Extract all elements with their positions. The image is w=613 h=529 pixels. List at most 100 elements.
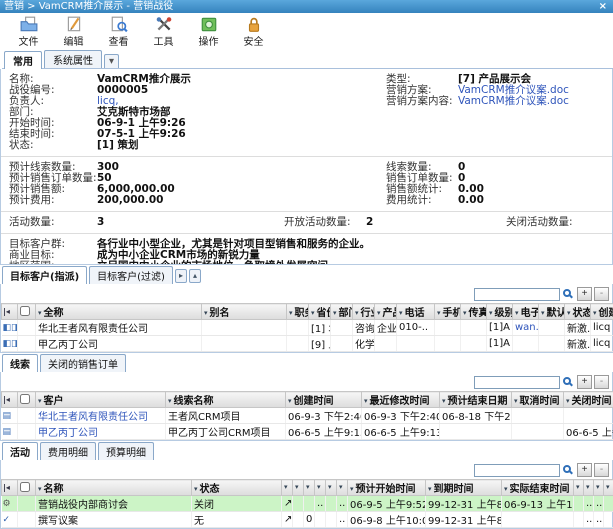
select-all-checkbox[interactable] (20, 482, 30, 492)
sort-icon: ▾ (399, 309, 403, 317)
column-header-客户[interactable]: ▾客户 (36, 392, 166, 408)
scroll-tabs-right-button[interactable]: ▸ (175, 269, 187, 283)
account-record-icon[interactable]: ◧ (3, 340, 12, 349)
search-input[interactable] (474, 376, 560, 389)
column-header-创建[interactable]: ▾创建 (591, 304, 613, 320)
tab-activities[interactable]: 活动 (2, 442, 38, 460)
tab-system-properties[interactable]: 系统属性 (44, 50, 102, 68)
task-activity-icon[interactable]: ✓ (3, 516, 11, 525)
field-label-est-cost: 预计费用: (9, 192, 97, 207)
column-header-预计开始时间[interactable]: ▾预计开始时间 (348, 480, 426, 496)
cell-link[interactable]: 甲乙丙丁公司 (38, 428, 98, 439)
column-header-blank[interactable]: ▾ (293, 480, 304, 496)
activities-panel: + - |◂▾名称▾状态▾▾▾▾▾▾▾预计开始时间▾到期时间▾实际结束时间▾▾▾… (0, 460, 613, 529)
table-row[interactable]: ▤甲乙丙丁公司甲乙丙丁公司CRM项目06-6-5 上午9:1306-6-5 上午… (2, 424, 613, 440)
toolbar-edit-button[interactable]: 编辑 (51, 16, 96, 48)
column-header-blank[interactable]: ▾ (304, 480, 315, 496)
lead-record-icon[interactable]: ▤ (3, 428, 12, 437)
column-header-blank[interactable]: ▾ (594, 480, 604, 496)
lead-record-icon[interactable]: ▤ (3, 412, 12, 421)
column-header-状态[interactable]: ▾状态 (565, 304, 591, 320)
remove-record-button[interactable]: - (594, 287, 609, 301)
column-header-行业[interactable]: ▾行业 (353, 304, 375, 320)
add-record-button[interactable]: + (577, 287, 592, 301)
remove-record-button[interactable]: - (594, 375, 609, 389)
sort-icon: ▾ (317, 483, 321, 491)
column-header-关闭时间[interactable]: ▾关闭时间 (564, 392, 613, 408)
column-header-blank[interactable]: ▾ (604, 480, 613, 496)
account-detail-icon[interactable]: ◨ (11, 324, 17, 333)
search-input[interactable] (474, 288, 560, 301)
toolbar-view-button[interactable]: 查看 (96, 16, 141, 48)
column-header-手机[interactable]: ▾手机 (435, 304, 461, 320)
column-header-blank[interactable]: ▾ (584, 480, 594, 496)
select-all-checkbox[interactable] (20, 306, 30, 316)
select-all-checkbox[interactable] (20, 394, 30, 404)
table-row[interactable]: ✓撰写议案无↗0..06-9-8 上午10:0399-12-31 上午8:00.… (2, 512, 613, 528)
column-header-预计结束日期[interactable]: ▾预计结束日期 (440, 392, 512, 408)
column-header-blank[interactable]: ▾ (315, 480, 326, 496)
column-header-别名[interactable]: ▾别名 (202, 304, 287, 320)
table-row[interactable]: ◧◨甲乙丙丁公司[9] 上..化学[1]A (..新激..licq (2, 336, 613, 352)
tab-budget-details[interactable]: 预算明细 (98, 442, 154, 460)
column-header-blank[interactable]: ▾ (326, 480, 337, 496)
collapse-section-button[interactable]: ▴ (189, 269, 201, 283)
add-record-button[interactable]: + (577, 463, 592, 477)
column-header-传真[interactable]: ▾传真 (461, 304, 487, 320)
tab-target-customers-filtered[interactable]: 目标客户(过滤) (89, 266, 173, 284)
column-header-实际结束时间[interactable]: ▾实际结束时间 (502, 480, 574, 496)
account-detail-icon[interactable]: ◨ (11, 340, 17, 349)
tab-expense-details[interactable]: 费用明细 (40, 442, 96, 460)
column-header-取消时间[interactable]: ▾取消时间 (512, 392, 564, 408)
select-all-records-icon[interactable]: |◂ (2, 392, 18, 408)
toolbar-actions-button[interactable]: 操作 (186, 16, 231, 48)
account-record-icon[interactable]: ◧ (3, 324, 12, 333)
column-header-blank[interactable]: ▾ (282, 480, 293, 496)
column-header-电子[interactable]: ▾电子 (513, 304, 539, 320)
cell-link[interactable]: 华北王者风有限责任公司 (38, 412, 148, 423)
table-cell: .. (337, 512, 348, 528)
column-header-职务[interactable]: ▾职务 (287, 304, 309, 320)
meeting-activity-icon[interactable]: ⚙ (3, 500, 11, 509)
column-header-创建时间[interactable]: ▾创建时间 (286, 392, 362, 408)
tab-common[interactable]: 常用 (4, 51, 42, 69)
tab-closed-sales-orders[interactable]: 关闭的销售订单 (40, 354, 126, 372)
tab-target-customers-assigned[interactable]: 目标客户(指派) (2, 266, 87, 284)
toolbar-security-button[interactable]: 安全 (231, 16, 276, 48)
select-all-records-icon[interactable]: |◂ (2, 480, 18, 496)
column-header-省份[interactable]: ▾省份 (309, 304, 331, 320)
remove-record-button[interactable]: - (594, 463, 609, 477)
column-header-线索名称[interactable]: ▾线索名称 (166, 392, 286, 408)
table-cell: 企业.. (375, 320, 397, 336)
search-icon[interactable] (563, 377, 571, 385)
column-header-到期时间[interactable]: ▾到期时间 (426, 480, 502, 496)
search-icon[interactable] (563, 289, 571, 297)
plan-content-link[interactable]: VamCRM推介议案.doc (458, 95, 569, 107)
column-header-最近修改时间[interactable]: ▾最近修改时间 (362, 392, 440, 408)
cell-link[interactable]: wan.. (515, 322, 539, 333)
table-row[interactable]: ▤华北王者风有限责任公司王者风CRM项目06-9-3 下午2:4006-9-3 … (2, 408, 613, 424)
search-input[interactable] (474, 464, 560, 477)
column-header-级别[interactable]: ▾级别 (487, 304, 513, 320)
add-record-button[interactable]: + (577, 375, 592, 389)
field-label-closed-activities: 关闭活动数量: (506, 214, 573, 229)
column-header-产品[interactable]: ▾产品 (375, 304, 397, 320)
search-icon[interactable] (563, 465, 571, 473)
column-header-默认[interactable]: ▾默认 (539, 304, 565, 320)
table-row[interactable]: ⚙营销战役内部商讨会关闭↗....06-9-5 上午9:5299-12-31 上… (2, 496, 613, 512)
column-header-全称[interactable]: ▾全称 (36, 304, 202, 320)
tab-leads[interactable]: 线索 (2, 354, 38, 372)
table-cell: 咨询 (353, 320, 375, 336)
toolbar-tools-button[interactable]: 工具 (141, 16, 186, 48)
column-header-部门[interactable]: ▾部门 (331, 304, 353, 320)
column-header-电话[interactable]: ▾电话 (397, 304, 435, 320)
column-header-blank[interactable]: ▾ (337, 480, 348, 496)
more-tabs-button[interactable]: ▾ (104, 54, 119, 68)
column-header-名称[interactable]: ▾名称 (36, 480, 192, 496)
column-header-blank[interactable]: ▾ (574, 480, 584, 496)
close-icon[interactable]: × (597, 0, 609, 13)
select-all-records-icon[interactable]: |◂ (2, 304, 18, 320)
toolbar-file-button[interactable]: 文件 (6, 16, 51, 48)
column-header-状态[interactable]: ▾状态 (192, 480, 282, 496)
table-row[interactable]: ◧◨华北王者风有限责任公司[1] 北..咨询企业..010-..[1]A (..… (2, 320, 613, 336)
